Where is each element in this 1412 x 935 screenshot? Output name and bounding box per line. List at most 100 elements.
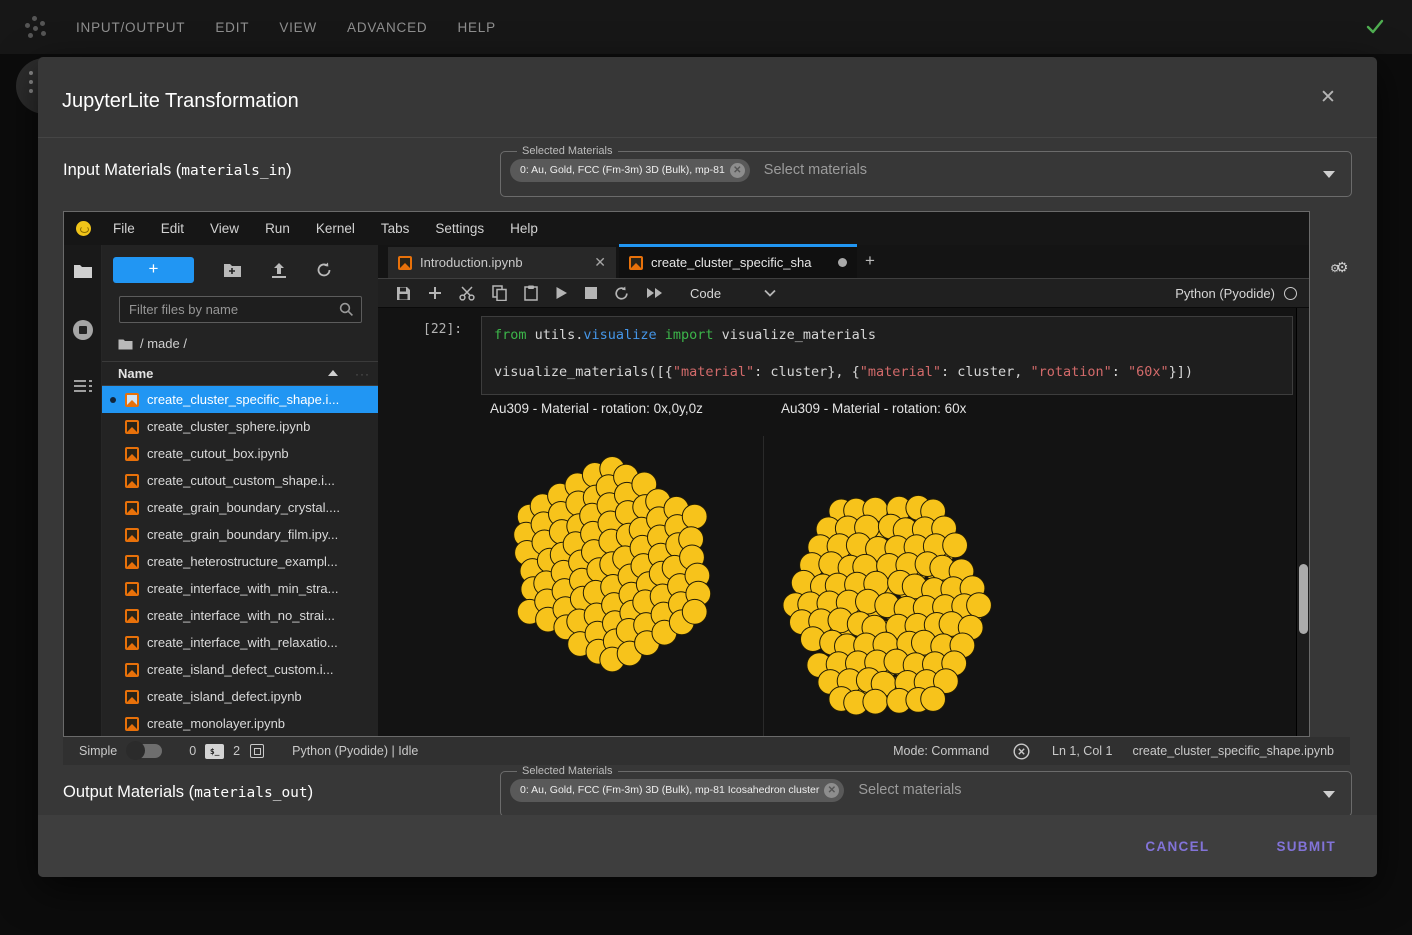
new-launcher-button[interactable]: + bbox=[113, 257, 194, 283]
file-row[interactable]: create_heterostructure_exampl... bbox=[102, 548, 378, 575]
notifications-icon[interactable] bbox=[1013, 743, 1030, 760]
stop-icon[interactable] bbox=[585, 287, 597, 299]
notebook-content: [22]: from utils.visualize import visual… bbox=[378, 308, 1309, 736]
jupyter-menu-view[interactable]: View bbox=[210, 221, 239, 236]
file-name: create_island_defect.ipynb bbox=[147, 689, 302, 704]
restart-run-all-icon[interactable] bbox=[646, 287, 663, 299]
notebook-icon bbox=[125, 474, 139, 488]
dropdown-arrow-icon[interactable] bbox=[1323, 791, 1335, 798]
tab-close-icon[interactable]: ✕ bbox=[594, 254, 606, 271]
file-row[interactable]: create_grain_boundary_film.ipy... bbox=[102, 521, 378, 548]
code-editor[interactable]: from utils.visualize import visualize_ma… bbox=[481, 316, 1293, 395]
filter-input[interactable] bbox=[120, 302, 361, 317]
notebook-icon bbox=[125, 609, 139, 623]
top-menu-advanced[interactable]: ADVANCED bbox=[347, 20, 427, 35]
top-menu-input-output[interactable]: INPUT/OUTPUT bbox=[76, 20, 185, 35]
add-tab-icon[interactable]: + bbox=[865, 251, 875, 271]
dropdown-arrow-icon[interactable] bbox=[1323, 171, 1335, 178]
jupyter-menu-edit[interactable]: Edit bbox=[161, 221, 184, 236]
running-sessions-icon[interactable] bbox=[72, 319, 94, 341]
jupyterlab-panel: File Edit View Run Kernel Tabs Settings Help bbox=[63, 211, 1310, 737]
files-icon[interactable] bbox=[73, 263, 93, 279]
scrollbar bbox=[1296, 308, 1309, 736]
file-row[interactable]: create_cutout_custom_shape.i... bbox=[102, 467, 378, 494]
file-row[interactable]: create_cluster_specific_shape.i... bbox=[102, 386, 378, 413]
top-menu-view[interactable]: VIEW bbox=[279, 20, 317, 35]
cancel-button[interactable]: CANCEL bbox=[1135, 831, 1219, 862]
close-icon[interactable]: ✕ bbox=[1317, 87, 1339, 109]
file-row[interactable]: create_cluster_sphere.ipynb bbox=[102, 413, 378, 440]
kernel-selector[interactable]: Python (Pyodide) bbox=[1175, 286, 1297, 301]
cell-type-select[interactable]: Code bbox=[690, 286, 721, 301]
chip-delete-icon[interactable]: ✕ bbox=[824, 783, 839, 798]
terminal-icon[interactable]: $_ bbox=[205, 744, 224, 759]
jupyter-menu-file[interactable]: File bbox=[113, 221, 135, 236]
name-column-header[interactable]: Name ··· bbox=[102, 361, 378, 386]
mode-indicator[interactable]: Mode: Command bbox=[893, 744, 989, 758]
kernel-sessions-icon[interactable] bbox=[250, 744, 264, 758]
material-chip[interactable]: 0: Au, Gold, FCC (Fm-3m) 3D (Bulk), mp-8… bbox=[510, 779, 844, 802]
fieldset-legend: Selected Materials bbox=[517, 145, 618, 157]
code-line: from utils.visualize import visualize_ma… bbox=[494, 326, 1280, 345]
jupyterlite-transformation-dialog: JupyterLite Transformation ✕ Input Mater… bbox=[38, 57, 1377, 877]
settings-gears-icon[interactable]: ⚙⚙ bbox=[1330, 259, 1348, 277]
output-materials-label: Output Materials (materials_out) bbox=[63, 783, 313, 802]
dialog-footer: CANCEL SUBMIT bbox=[38, 815, 1377, 877]
add-cell-icon[interactable] bbox=[428, 286, 442, 300]
table-of-contents-icon[interactable] bbox=[73, 379, 93, 395]
select-materials-placeholder: Select materials bbox=[858, 782, 961, 798]
tab-create-cluster-specific-shape[interactable]: create_cluster_specific_sha bbox=[619, 244, 857, 278]
copy-icon[interactable] bbox=[492, 285, 507, 301]
kernels-count[interactable]: 2 bbox=[233, 744, 240, 758]
fieldset-legend: Selected Materials bbox=[517, 765, 618, 777]
paste-icon[interactable] bbox=[524, 285, 538, 301]
file-row[interactable]: create_interface_with_relaxatio... bbox=[102, 629, 378, 656]
top-menu-help[interactable]: HELP bbox=[457, 20, 495, 35]
file-row[interactable]: create_grain_boundary_crystal.... bbox=[102, 494, 378, 521]
tab-introduction[interactable]: Introduction.ipynb ✕ bbox=[388, 247, 616, 278]
output-materials-select[interactable]: Selected Materials 0: Au, Gold, FCC (Fm-… bbox=[500, 765, 1352, 817]
terminals-count[interactable]: 0 bbox=[189, 744, 196, 758]
simple-mode-toggle[interactable] bbox=[128, 744, 162, 758]
file-row[interactable]: create_monolayer.ipynb bbox=[102, 710, 378, 736]
jupyter-statusbar: Simple 0 $_ 2 Python (Pyodide) | Idle Mo… bbox=[63, 737, 1350, 765]
jupyter-menu-settings[interactable]: Settings bbox=[435, 221, 484, 236]
file-name: create_interface_with_min_stra... bbox=[147, 581, 338, 596]
output-label-right: Au309 - Material - rotation: 60x bbox=[781, 401, 966, 416]
jupyter-menu-tabs[interactable]: Tabs bbox=[381, 221, 410, 236]
new-folder-icon[interactable] bbox=[223, 262, 242, 278]
input-materials-select[interactable]: Selected Materials 0: Au, Gold, FCC (Fm-… bbox=[500, 145, 1352, 197]
filter-files-input[interactable] bbox=[119, 296, 362, 323]
jupyter-menu-kernel[interactable]: Kernel bbox=[316, 221, 355, 236]
status-check-icon bbox=[1364, 15, 1386, 37]
vertical-dots-icon bbox=[29, 71, 33, 93]
breadcrumb[interactable]: / made / bbox=[118, 336, 378, 351]
run-icon[interactable] bbox=[555, 286, 568, 300]
submit-button[interactable]: SUBMIT bbox=[1266, 831, 1346, 862]
file-row[interactable]: create_cutout_box.ipynb bbox=[102, 440, 378, 467]
chevron-down-icon[interactable] bbox=[764, 289, 776, 297]
notebook-toolbar: Code Python (Pyodide) bbox=[378, 279, 1309, 308]
chip-delete-icon[interactable]: ✕ bbox=[730, 163, 745, 178]
file-row[interactable]: create_interface_with_min_stra... bbox=[102, 575, 378, 602]
refresh-icon[interactable] bbox=[316, 262, 332, 278]
kernel-status-text[interactable]: Python (Pyodide) | Idle bbox=[292, 744, 418, 758]
scrollbar-thumb[interactable] bbox=[1299, 564, 1308, 634]
jupyter-menu-help[interactable]: Help bbox=[510, 221, 538, 236]
upload-icon[interactable] bbox=[271, 262, 287, 279]
cut-icon[interactable] bbox=[459, 286, 475, 301]
lightbulb-icon bbox=[76, 221, 91, 236]
sort-ascending-icon bbox=[328, 370, 338, 376]
file-row[interactable]: create_island_defect.ipynb bbox=[102, 683, 378, 710]
restart-kernel-icon[interactable] bbox=[614, 286, 629, 301]
material-chip[interactable]: 0: Au, Gold, FCC (Fm-3m) 3D (Bulk), mp-8… bbox=[510, 159, 750, 182]
file-row[interactable]: create_island_defect_custom.i... bbox=[102, 656, 378, 683]
file-row[interactable]: create_interface_with_no_strai... bbox=[102, 602, 378, 629]
cursor-position[interactable]: Ln 1, Col 1 bbox=[1052, 744, 1112, 758]
notebook-icon bbox=[125, 663, 139, 677]
save-icon[interactable] bbox=[396, 286, 411, 301]
top-menu-edit[interactable]: EDIT bbox=[215, 20, 249, 35]
jupyter-menu-run[interactable]: Run bbox=[265, 221, 290, 236]
cluster-render-rotation-60x bbox=[774, 481, 1004, 736]
kernel-status-icon bbox=[1284, 287, 1297, 300]
